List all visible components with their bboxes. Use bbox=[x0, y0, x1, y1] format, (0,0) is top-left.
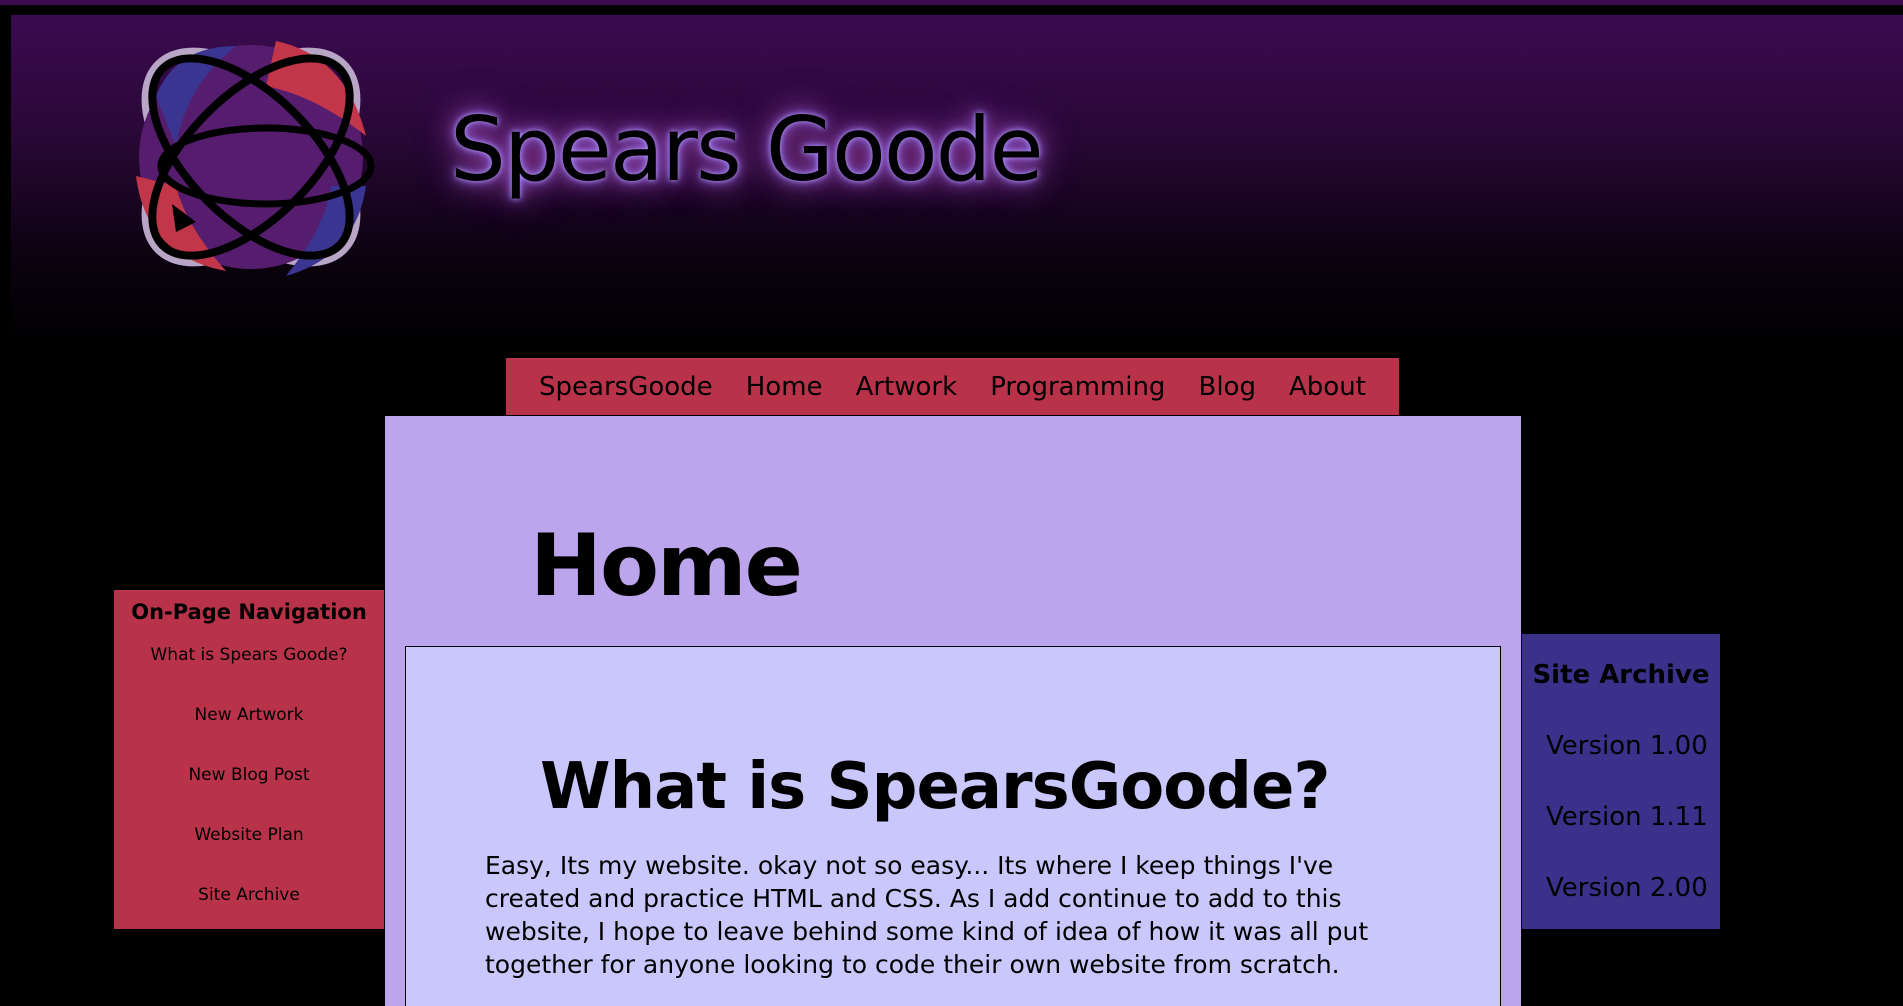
nav-item-about[interactable]: About bbox=[1289, 372, 1366, 402]
nav-item-home[interactable]: Home bbox=[746, 372, 823, 402]
archive-item-version-2-00[interactable]: Version 2.00 bbox=[1546, 873, 1708, 903]
site-archive-title: Site Archive bbox=[1532, 660, 1710, 690]
nav-item-spearsgoode[interactable]: SpearsGoode bbox=[539, 372, 713, 402]
top-strip bbox=[0, 0, 1903, 5]
nav-item-artwork[interactable]: Artwork bbox=[856, 372, 958, 402]
page-title: Home bbox=[530, 516, 803, 616]
main-content: Home What is SpearsGoode? Easy, Its my w… bbox=[385, 416, 1521, 1006]
section-body: Easy, Its my website. okay not so easy..… bbox=[485, 851, 1369, 979]
content-section: What is SpearsGoode? Easy, Its my websit… bbox=[405, 646, 1501, 1006]
left-nav-item-site-archive[interactable]: Site Archive bbox=[114, 885, 384, 905]
left-nav-item-new-artwork[interactable]: New Artwork bbox=[114, 705, 384, 725]
site-archive-panel: Site Archive Version 1.00 Version 1.11 V… bbox=[1522, 634, 1720, 929]
nav-item-blog[interactable]: Blog bbox=[1198, 372, 1255, 402]
on-page-navigation: On-Page Navigation What is Spears Goode?… bbox=[114, 590, 384, 929]
on-page-navigation-title: On-Page Navigation bbox=[131, 600, 367, 624]
orbital-logo-icon[interactable] bbox=[116, 26, 386, 288]
left-nav-item-new-blog-post[interactable]: New Blog Post bbox=[114, 765, 384, 785]
main-nav: SpearsGoode Home Artwork Programming Blo… bbox=[506, 358, 1399, 415]
archive-item-version-1-11[interactable]: Version 1.11 bbox=[1546, 802, 1708, 832]
section-title: What is SpearsGoode? bbox=[540, 750, 1330, 824]
archive-item-version-1-00[interactable]: Version 1.00 bbox=[1546, 731, 1708, 761]
site-title: Spears Goode bbox=[450, 98, 1044, 201]
nav-item-programming[interactable]: Programming bbox=[990, 372, 1165, 402]
left-nav-item-website-plan[interactable]: Website Plan bbox=[114, 825, 384, 845]
left-nav-item-what-is[interactable]: What is Spears Goode? bbox=[114, 645, 384, 665]
